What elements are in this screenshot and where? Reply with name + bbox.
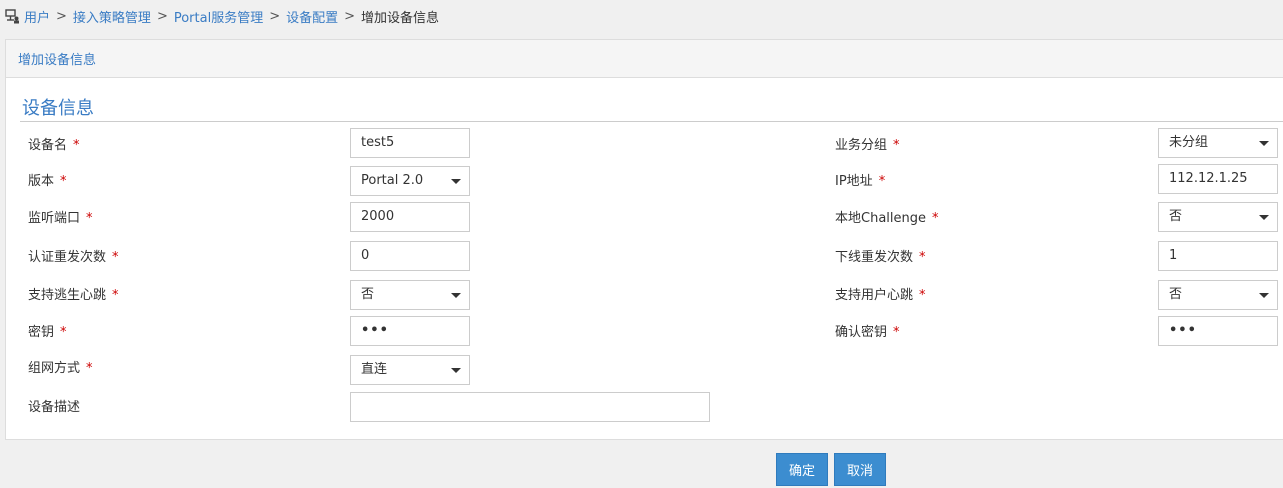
breadcrumb-separator: >: [156, 8, 168, 24]
device-name-label: 设备名 *: [28, 138, 80, 153]
service-group-label: 业务分组 *: [835, 138, 900, 153]
breadcrumb-separator: >: [56, 8, 67, 24]
ip-address-input[interactable]: 112.12.1.25: [1158, 164, 1278, 194]
confirm-key-input[interactable]: •••: [1158, 316, 1278, 346]
version-label: 版本 *: [28, 174, 67, 189]
key-input[interactable]: •••: [350, 316, 470, 346]
key-label: 密钥 *: [28, 325, 67, 340]
chevron-down-icon: [1259, 141, 1269, 146]
auth-retry-input[interactable]: 0: [350, 241, 470, 271]
user-network-icon: [4, 8, 20, 24]
version-select[interactable]: Portal 2.0: [350, 166, 470, 196]
add-device-panel: 增加设备信息 设备信息 设备名 * 版本 * 监听端口 * 认证重发次数 * 支持逃生心…: [5, 39, 1283, 440]
breadcrumb-access-policy[interactable]: 接入策略管理: [73, 7, 151, 26]
breadcrumb: 用户 > 接入策略管理 > Portal服务管理 > 设备配置 > 增加设备信息: [4, 6, 439, 26]
cancel-button[interactable]: 取消: [834, 453, 886, 486]
offline-retry-label: 下线重发次数 *: [835, 250, 926, 265]
escape-heartbeat-label: 支持逃生心跳 *: [28, 288, 119, 303]
chevron-down-icon: [1259, 293, 1269, 298]
user-heartbeat-label: 支持用户心跳 *: [835, 288, 926, 303]
device-name-input[interactable]: test5: [350, 128, 470, 158]
local-challenge-label: 本地Challenge *: [835, 211, 939, 226]
network-mode-label: 组网方式 *: [28, 361, 93, 376]
offline-retry-input[interactable]: 1: [1158, 241, 1278, 271]
confirm-key-label: 确认密钥 *: [835, 325, 900, 340]
chevron-down-icon: [451, 293, 461, 298]
service-group-select[interactable]: 未分组: [1158, 128, 1278, 158]
listen-port-label: 监听端口 *: [28, 211, 93, 226]
panel-header: 增加设备信息: [6, 40, 1283, 78]
ok-button[interactable]: 确定: [776, 453, 828, 486]
auth-retry-label: 认证重发次数 *: [28, 250, 119, 265]
section-divider: [20, 121, 1283, 122]
breadcrumb-separator: >: [344, 8, 356, 24]
user-heartbeat-select[interactable]: 否: [1158, 280, 1278, 310]
local-challenge-select[interactable]: 否: [1158, 202, 1278, 232]
chevron-down-icon: [1259, 215, 1269, 220]
chevron-down-icon: [451, 179, 461, 184]
chevron-down-icon: [451, 368, 461, 373]
breadcrumb-portal-service[interactable]: Portal服务管理: [174, 7, 263, 26]
listen-port-input[interactable]: 2000: [350, 202, 470, 232]
breadcrumb-current: 增加设备信息: [361, 10, 440, 26]
panel-title: 增加设备信息: [18, 53, 97, 68]
escape-heartbeat-select[interactable]: 否: [350, 280, 470, 310]
section-title: 设备信息: [22, 98, 94, 119]
breadcrumb-device-config[interactable]: 设备配置: [286, 7, 338, 26]
ip-address-label: IP地址 *: [835, 174, 886, 189]
network-mode-select[interactable]: 直连: [350, 355, 470, 385]
breadcrumb-separator: >: [269, 8, 281, 24]
description-label: 设备描述: [28, 400, 81, 415]
breadcrumb-user[interactable]: 用户: [24, 7, 50, 26]
description-input[interactable]: [350, 392, 710, 422]
